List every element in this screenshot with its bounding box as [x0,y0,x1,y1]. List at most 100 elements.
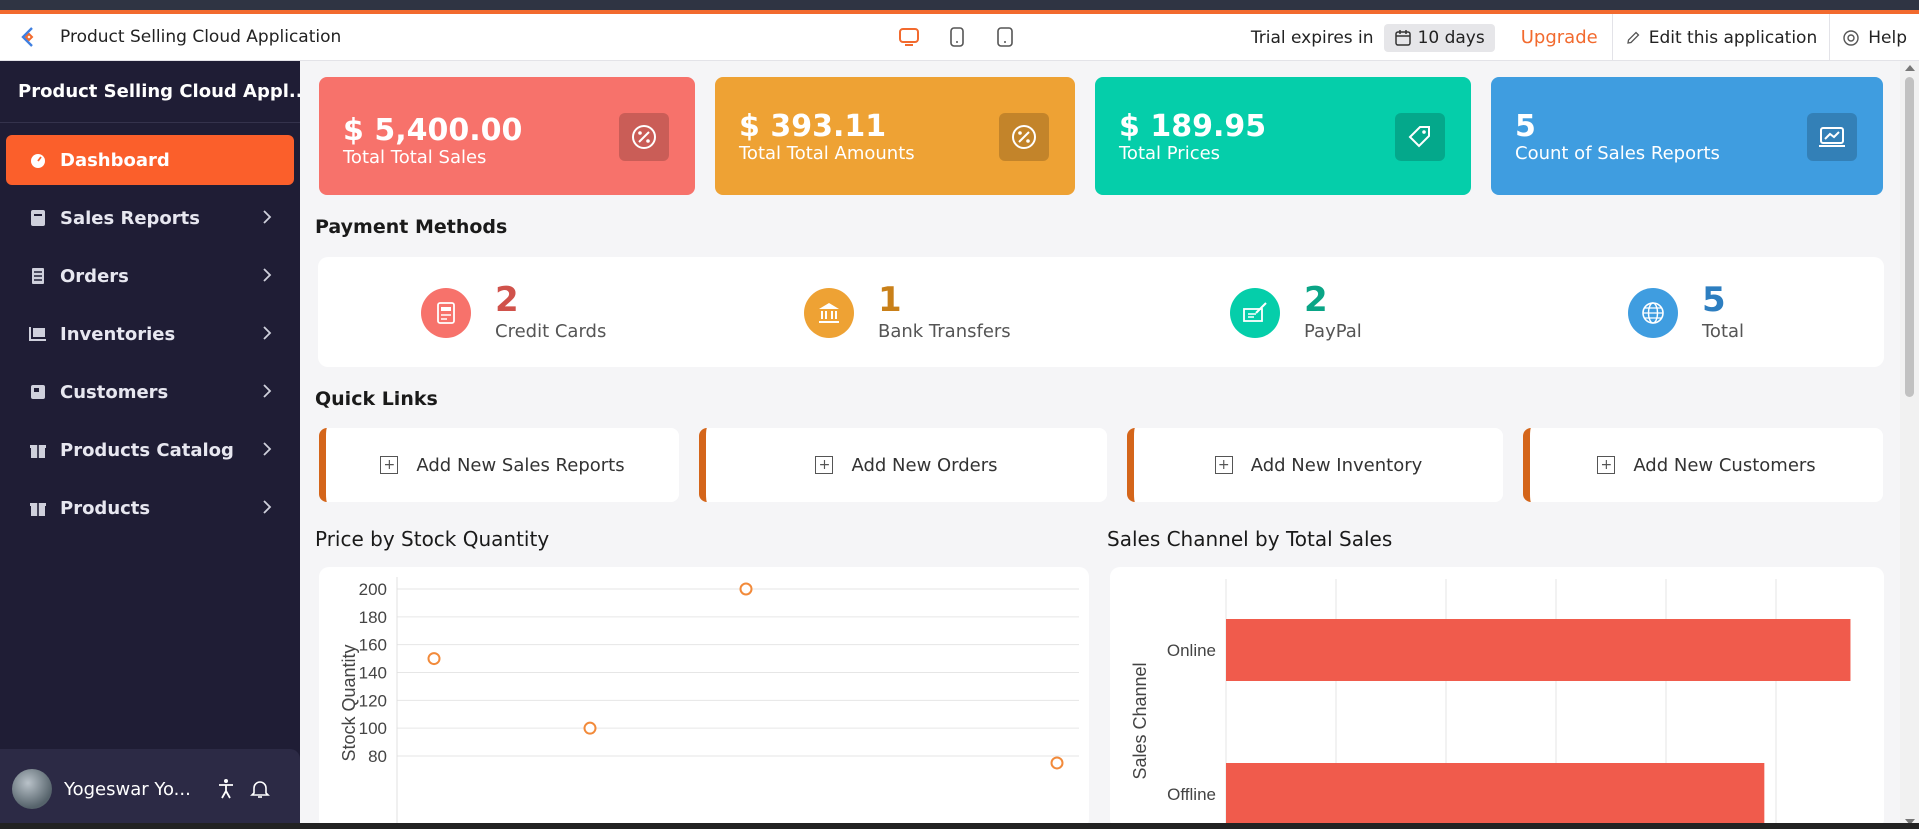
credit-card-icon [421,287,471,338]
tag-icon [1395,113,1445,161]
scatter-chart-card: 200 180 160 140 120 100 80 Stock Quantity [319,567,1089,829]
chevron-right-icon [262,441,272,462]
y-tick-label: 80 [368,747,387,766]
user-name[interactable]: Yogeswar Yo... [64,779,204,800]
sidebar-nav: Dashboard Sales Reports Orders Inventori… [0,123,300,533]
report-icon [28,208,48,228]
plus-icon: + [1214,456,1233,474]
sidebar-item-customers[interactable]: Customers [6,367,294,417]
y-axis-label: Stock Quantity [339,644,359,761]
avatar[interactable] [12,769,52,809]
category-label: Online [1167,641,1216,660]
percent-icon [999,113,1049,161]
payment-label: PayPal [1304,321,1362,342]
orders-icon [28,266,48,286]
sidebar-item-label: Customers [60,381,169,403]
stat-card-total-amounts[interactable]: $ 393.11 Total Total Amounts [715,77,1075,195]
chevron-right-icon [262,209,272,230]
globe-icon [1628,287,1678,338]
device-preview-switcher [898,24,1016,50]
sidebar: Product Selling Cloud Appl... Dashboard … [0,61,300,829]
category-label: Offline [1167,785,1216,804]
chevron-right-icon [262,325,272,346]
scroll-thumb[interactable] [1905,77,1914,397]
stat-card-total-sales[interactable]: $ 5,400.00 Total Total Sales [319,77,695,195]
percent-icon [619,113,669,161]
quick-link-label: Add New Inventory [1250,454,1423,476]
bar-chart: Online Offline Sales Channel [1130,579,1851,829]
payment-count: 2 [495,280,519,320]
payment-count: 1 [878,280,902,320]
payment-credit-cards[interactable]: 2 Credit Cards [421,283,606,342]
sidebar-item-orders[interactable]: Orders [6,251,294,301]
page-scrollbar[interactable] [1900,61,1919,829]
stat-label: Count of Sales Reports [1515,143,1720,164]
y-axis-label: Sales Channel [1130,662,1150,779]
bell-icon[interactable] [248,777,272,801]
payment-label: Total [1702,321,1745,342]
edit-application-button[interactable]: Edit this application [1613,28,1830,48]
payment-bank-transfers[interactable]: 1 Bank Transfers [804,283,1011,342]
stat-label: Total Prices [1119,143,1221,164]
mobile-icon[interactable] [994,24,1016,50]
help-button[interactable]: Help [1830,28,1919,48]
stat-label: Total Total Sales [343,147,487,168]
plus-icon: + [380,456,399,474]
bar [1226,619,1851,681]
gift-icon [28,440,48,460]
trial-days-badge: 10 days [1383,23,1495,52]
quick-link-label: Add New Sales Reports [416,454,625,476]
chart-screen-icon [1807,113,1857,161]
pencil-icon [1626,31,1640,44]
scatter-point [739,582,753,596]
sidebar-item-label: Orders [60,265,129,287]
sidebar-item-label: Products [60,497,151,519]
add-new-sales-reports-link[interactable]: + Add New Sales Reports [319,428,679,502]
add-new-inventory-link[interactable]: + Add New Inventory [1127,428,1503,502]
bank-icon [804,287,854,338]
help-label: Help [1868,27,1907,48]
accessibility-icon[interactable] [214,777,238,801]
edit-application-label: Edit this application [1648,27,1818,48]
sidebar-item-sales-reports[interactable]: Sales Reports [6,193,294,243]
upgrade-link[interactable]: Upgrade [1521,27,1598,48]
sidebar-item-label: Dashboard [60,149,170,171]
chart-title-sales-channel: Sales Channel by Total Sales [1107,527,1393,551]
y-tick-label: 180 [359,608,387,627]
sidebar-item-label: Inventories [60,323,176,345]
customers-icon [28,382,48,402]
stat-card-total-prices[interactable]: $ 189.95 Total Prices [1095,77,1471,195]
sidebar-item-dashboard[interactable]: Dashboard [6,135,294,185]
y-tick-label: 200 [359,580,387,599]
app-logo-icon[interactable] [0,14,60,61]
stat-card-sales-reports-count[interactable]: 5 Count of Sales Reports [1491,77,1883,195]
add-new-customers-link[interactable]: + Add New Customers [1523,428,1883,502]
trial-label: Trial expires in [1250,27,1374,48]
trial-days: 10 days [1417,27,1485,48]
sidebar-item-products[interactable]: Products [6,483,294,533]
sidebar-item-products-catalog[interactable]: Products Catalog [6,425,294,475]
sidebar-item-inventories[interactable]: Inventories [6,309,294,359]
cheque-icon [1230,287,1280,338]
scroll-up-arrow[interactable] [1905,65,1915,71]
app-title: Product Selling Cloud Application [60,27,342,47]
chevron-right-icon [262,499,272,520]
y-tick-label: 120 [359,691,387,710]
stat-value: $ 393.11 [739,109,887,144]
add-new-orders-link[interactable]: + Add New Orders [699,428,1107,502]
desktop-icon[interactable] [898,24,920,50]
stat-value: $ 189.95 [1119,109,1267,144]
payment-paypal[interactable]: 2 PayPal [1230,283,1362,342]
quick-link-label: Add New Orders [851,454,998,476]
plus-icon: + [815,456,834,474]
bar [1226,763,1765,825]
quick-links-title: Quick Links [315,388,438,410]
payment-total[interactable]: 5 Total [1628,283,1744,342]
y-tick-label: 160 [359,636,387,655]
bar-chart-card: Online Offline Sales Channel [1110,567,1884,829]
chevron-right-icon [262,267,272,288]
user-panel: Yogeswar Yo... [0,749,300,829]
appbar-right: Trial expires in 10 days Upgrade Edit th… [1251,14,1919,61]
tablet-icon[interactable] [946,24,968,50]
stat-value: $ 5,400.00 [343,113,523,148]
